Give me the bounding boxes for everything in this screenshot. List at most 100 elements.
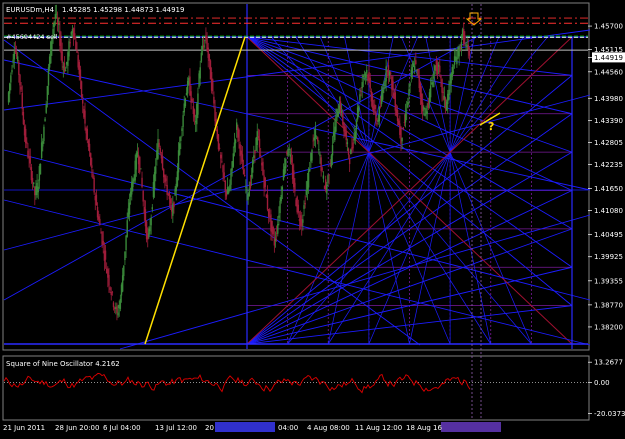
candle-body: [149, 226, 151, 232]
candle-body: [82, 100, 84, 104]
candle-body: [360, 90, 362, 93]
candle-body: [280, 194, 282, 202]
candle-body: [384, 81, 386, 87]
time-tick-label: 20: [205, 424, 214, 432]
candle-body: [259, 155, 262, 157]
ohlc-readout: 1.45285 1.45298 1.44873 1.44919: [62, 6, 184, 14]
candle-body: [350, 149, 352, 155]
candle-body: [340, 110, 343, 113]
candle-body: [328, 174, 330, 176]
candle-body: [364, 73, 367, 78]
time-tick-label: 13 Jul 12:00: [155, 424, 197, 432]
time-tick-label: 11 Aug 12:00: [355, 424, 402, 432]
candle-body: [92, 173, 94, 179]
candle-body: [458, 46, 460, 57]
candle-body: [202, 45, 205, 48]
oscillator-tick-label: -20.0373: [594, 410, 625, 418]
chart-window[interactable]: 1.45700 1.45115 1.44919 1.44560 1.43980 1.433…: [0, 0, 625, 435]
candle-body: [318, 149, 320, 151]
candle-body: [448, 89, 450, 101]
candle-body: [86, 128, 88, 140]
candle-body: [121, 275, 124, 292]
candle-body: [11, 69, 13, 73]
candle-body: [375, 111, 377, 121]
candle-body: [242, 169, 245, 175]
candle-body: [46, 85, 49, 100]
candle-body: [281, 187, 284, 191]
candle-body: [248, 188, 250, 197]
price-tick-label: 1.44919: [594, 54, 623, 62]
candle-body: [7, 92, 10, 103]
candle-body: [53, 21, 55, 28]
candle-body: [26, 141, 28, 144]
candle-body: [352, 142, 354, 149]
candle-body: [253, 155, 255, 158]
candle-body: [361, 82, 363, 89]
candle-body: [119, 298, 122, 309]
candle-body: [24, 128, 27, 144]
candle-body: [193, 109, 196, 118]
candle-body: [317, 137, 319, 142]
candle-body: [208, 54, 211, 61]
time-tick-label: 21 Jun 2011: [3, 424, 45, 432]
candle-body: [429, 85, 432, 98]
candle-body: [60, 38, 62, 53]
candle-body: [165, 178, 167, 182]
candle-body: [413, 66, 416, 71]
price-tick-label: 1.41080: [594, 207, 623, 215]
candle-body: [47, 67, 50, 86]
candlestick-series: [7, 4, 471, 321]
candle-body: [468, 48, 471, 56]
price-tick-label: 1.38200: [594, 323, 623, 331]
candle-body: [417, 68, 419, 75]
candle-body: [18, 61, 20, 75]
candle-body: [58, 24, 60, 25]
candle-body: [245, 186, 247, 188]
candle-body: [382, 89, 384, 100]
candle-body: [246, 188, 248, 192]
candle-body: [330, 155, 333, 167]
candle-body: [126, 220, 128, 237]
candle-body: [109, 287, 111, 290]
candle-body: [159, 148, 161, 154]
candle-body: [69, 42, 71, 44]
price-tick-label: 1.43390: [594, 117, 623, 125]
candle-body: [142, 190, 144, 202]
candle-body: [157, 138, 159, 159]
candle-body: [221, 161, 223, 163]
candle-body: [319, 154, 321, 157]
candle-body: [464, 35, 466, 40]
candle-body: [355, 121, 358, 130]
candle-body: [76, 50, 78, 53]
candle-body: [116, 306, 118, 313]
candle-body: [27, 150, 29, 158]
candle-body: [61, 51, 63, 63]
candle-body: [277, 224, 279, 234]
candle-body: [354, 131, 357, 140]
candle-body: [13, 51, 15, 60]
candle-body: [426, 111, 428, 114]
candle-body: [84, 110, 86, 124]
gann-fan-line: [246, 75, 573, 345]
candle-body: [321, 168, 323, 170]
candle-body: [335, 115, 337, 132]
candle-body: [220, 154, 222, 159]
candle-body: [304, 203, 306, 205]
candle-body: [150, 217, 152, 226]
time-tick-label: 28 Jun 20:00: [55, 424, 99, 432]
oscillator-series: [3, 372, 588, 394]
candle-body: [376, 122, 378, 124]
chart-canvas[interactable]: 1.457001.451151.449191.445601.439801.433…: [0, 0, 625, 435]
candle-body: [212, 79, 214, 92]
price-tick-label: 1.40495: [594, 231, 623, 239]
candle-body: [311, 149, 313, 161]
candle-body: [64, 69, 67, 72]
candle-body: [15, 52, 18, 57]
symbol-label: EURUSDm,H4: [6, 6, 55, 14]
price-tick-label: 1.42235: [594, 161, 623, 169]
candle-body: [95, 194, 98, 206]
candle-body: [88, 143, 91, 152]
candle-body: [181, 128, 183, 132]
candle-body: [90, 153, 92, 166]
price-tick-label: 1.43980: [594, 95, 623, 103]
